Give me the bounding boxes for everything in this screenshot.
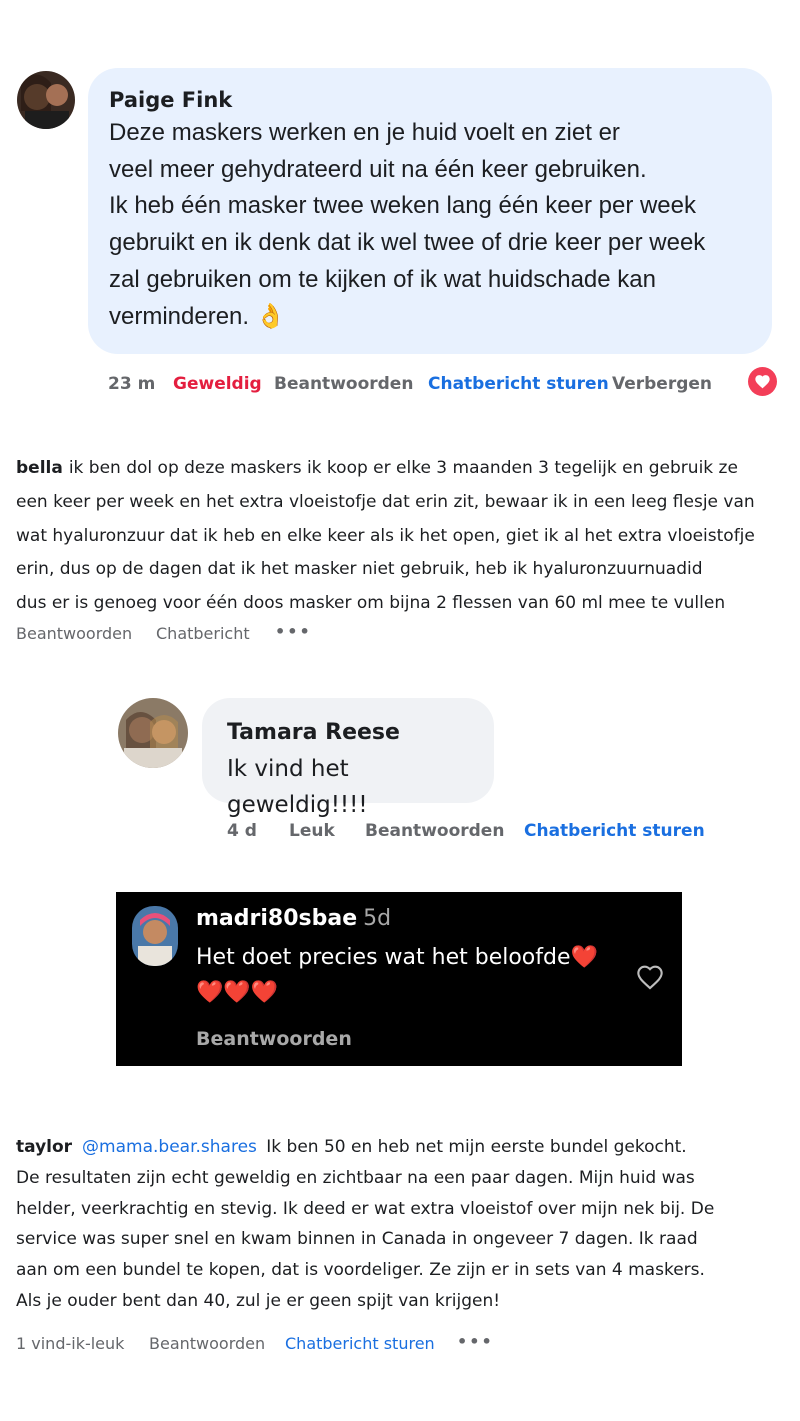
send-message-button[interactable]: Chatbericht sturen bbox=[285, 1334, 435, 1353]
avatar-madri80sbae[interactable] bbox=[132, 906, 178, 966]
comment-line: Het doet precies wat het beloofde bbox=[196, 945, 571, 970]
comment-line: service was super snel en kwam binnen in… bbox=[16, 1229, 698, 1250]
comment-line: verminderen. 👌 bbox=[109, 302, 286, 330]
comment-author[interactable]: taylor bbox=[16, 1137, 72, 1157]
reply-button[interactable]: Beantwoorden bbox=[149, 1334, 265, 1353]
comment-line: De resultaten zijn echt geweldig en zich… bbox=[16, 1167, 695, 1188]
comment-timestamp: 23 m bbox=[108, 374, 156, 394]
comment-bubble-tamara-reese: Tamara Reese Ik vind het geweldig!!!! bbox=[202, 698, 494, 818]
heart-emojis: ❤️❤️❤️ bbox=[196, 980, 279, 1005]
mention-link[interactable]: @mama.bear.shares bbox=[82, 1137, 257, 1157]
avatar-paige-fink[interactable] bbox=[17, 71, 75, 129]
likes-count[interactable]: 1 vind-ik-leuk bbox=[16, 1334, 124, 1353]
more-options-icon[interactable]: ••• bbox=[275, 622, 312, 641]
reply-button[interactable]: Beantwoorden bbox=[16, 624, 132, 643]
reply-button[interactable]: Beantwoorden bbox=[365, 821, 504, 841]
comment-author[interactable]: bella bbox=[16, 458, 63, 478]
avatar-tamara-reese[interactable] bbox=[118, 698, 188, 768]
comment-first-line: taylor @mama.bear.shares Ik ben 50 en heb… bbox=[16, 1132, 786, 1163]
comment-line: gebruikt en ik denk dat ik wel twee of d… bbox=[109, 229, 706, 257]
heart-emoji: ❤️ bbox=[570, 945, 598, 970]
comment-line: helder, veerkrachtig en stevig. Ik deed … bbox=[16, 1198, 715, 1219]
reply-button[interactable]: Beantwoorden bbox=[196, 1028, 352, 1050]
comment-author[interactable]: Paige Fink bbox=[109, 86, 752, 114]
more-options-icon[interactable]: ••• bbox=[457, 1332, 494, 1351]
comment-first-line: bella ik ben dol op deze maskers ik koop … bbox=[16, 452, 786, 486]
heart-outline-icon[interactable] bbox=[636, 964, 664, 990]
comment-text: Ik vind het geweldig!!!! bbox=[227, 756, 368, 818]
comment-header: madri80sbae 5d bbox=[196, 906, 391, 931]
comment-timestamp: 4 d bbox=[227, 821, 257, 841]
reply-button[interactable]: Beantwoorden bbox=[274, 374, 413, 394]
comment-actions: 23 m Geweldig Beantwoorden Chatbericht s… bbox=[0, 371, 800, 399]
reaction-button[interactable]: Geweldig bbox=[173, 374, 262, 394]
comment-bubble-paige-fink: Paige Fink Deze maskers werken en je hui… bbox=[88, 68, 772, 354]
comment-text: Het doet precies wat het beloofde❤️ ❤️❤️… bbox=[196, 940, 616, 1010]
send-message-button[interactable]: Chatbericht sturen bbox=[524, 821, 705, 841]
hide-button[interactable]: Verbergen bbox=[612, 374, 712, 394]
comment-line: zal gebruiken om te kijken of ik wat hui… bbox=[109, 265, 656, 293]
comment-line: aan om een bundel te kopen, dat is voord… bbox=[16, 1260, 705, 1281]
comment-line: ik ben dol op deze maskers ik koop er el… bbox=[68, 458, 738, 478]
comment-line: Als je ouder bent dan 40, zul je er geen… bbox=[16, 1290, 501, 1311]
comment-author[interactable]: Tamara Reese bbox=[227, 718, 494, 748]
comment-line: veel meer gehydrateerd uit na één keer g… bbox=[109, 155, 647, 183]
comment-bella: bella ik ben dol op deze maskers ik koop … bbox=[16, 452, 786, 621]
send-message-button[interactable]: Chatbericht bbox=[156, 624, 250, 643]
comment-line: Deze maskers werken en je huid voelt en … bbox=[109, 119, 620, 146]
like-button[interactable]: Leuk bbox=[289, 821, 335, 841]
comment-author[interactable]: madri80sbae bbox=[196, 906, 357, 931]
comment-text: Deze maskers werken en je huid voelt en … bbox=[109, 115, 752, 335]
comment-line: Ik ben 50 en heb net mijn eerste bundel … bbox=[266, 1137, 687, 1157]
comment-line: erin, dus op de dagen dat ik het masker … bbox=[16, 559, 703, 580]
comment-timestamp: 5d bbox=[363, 906, 392, 931]
comment-line: wat hyaluronzuur dat ik heb en elke keer… bbox=[16, 525, 755, 546]
heart-icon[interactable] bbox=[748, 367, 777, 396]
comment-line: dus er is genoeg voor één doos masker om… bbox=[16, 593, 726, 614]
send-message-button[interactable]: Chatbericht sturen bbox=[428, 374, 609, 394]
comment-line: Ik heb één masker twee weken lang één ke… bbox=[109, 192, 697, 220]
comment-line: een keer per week en het extra vloeistof… bbox=[16, 491, 755, 512]
comment-taylor: taylor @mama.bear.shares Ik ben 50 en heb… bbox=[16, 1132, 786, 1317]
comment-card-madri80sbae: madri80sbae 5d Het doet precies wat het b… bbox=[116, 892, 682, 1066]
